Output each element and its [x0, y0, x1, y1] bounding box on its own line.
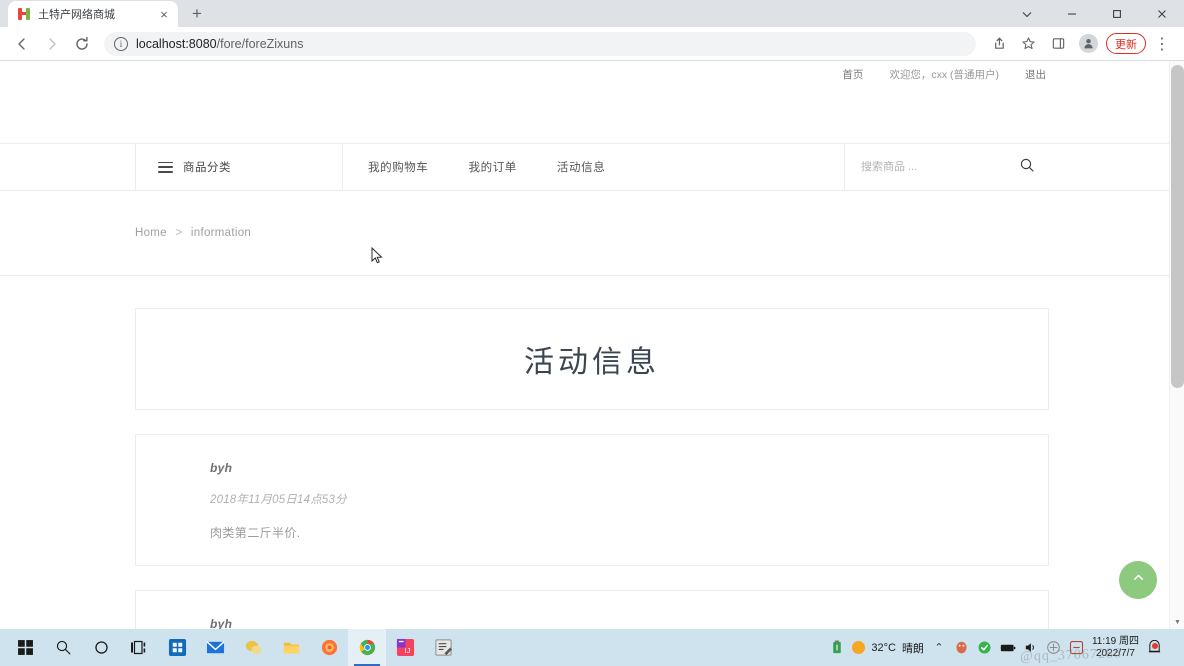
notification-badge — [1152, 642, 1158, 649]
search-icon[interactable] — [1019, 157, 1035, 178]
close-window-button[interactable] — [1139, 0, 1184, 27]
utility-bar: 首页 欢迎您，cxx (普通用户) 退出 — [0, 61, 1184, 88]
close-icon[interactable]: × — [156, 6, 172, 22]
forward-icon[interactable] — [38, 30, 66, 58]
search-button[interactable] — [44, 629, 82, 666]
firefox-browser[interactable] — [310, 629, 348, 666]
chevron-up-icon — [1131, 570, 1146, 590]
back-icon[interactable] — [8, 30, 36, 58]
nav-item-cart[interactable]: 我的购物车 — [368, 159, 429, 175]
utility-welcome-text: 欢迎您，cxx (普通用户) — [889, 69, 999, 81]
url-host: localhost:8080 — [136, 36, 217, 51]
page-viewport: 首页 欢迎您，cxx (普通用户) 退出 商品分类 我的购物车 我的订单 活动信… — [0, 61, 1184, 629]
update-button[interactable]: 更新 — [1106, 33, 1146, 54]
security-icon[interactable] — [977, 640, 993, 656]
svg-text:IJ: IJ — [404, 646, 410, 655]
back-to-top-button[interactable] — [1119, 561, 1157, 599]
utility-logout-link[interactable]: 退出 — [1012, 67, 1059, 82]
share-icon[interactable] — [984, 30, 1012, 58]
microsoft-store[interactable] — [158, 629, 196, 666]
file-explorer[interactable] — [272, 629, 310, 666]
post-card: byh 2018年11月05日18点05分 — [135, 590, 1049, 629]
reload-icon[interactable] — [68, 30, 96, 58]
post-body: 肉类第二斤半价. — [210, 526, 301, 540]
nav-item-orders[interactable]: 我的订单 — [469, 159, 517, 175]
browser-toolbar: i localhost:8080/fore/foreZixuns 更新 ⋮ — [0, 27, 1184, 60]
nav-links: 我的购物车 我的订单 活动信息 — [343, 144, 605, 190]
mail-app[interactable] — [196, 629, 234, 666]
minimize-button[interactable] — [1049, 0, 1094, 27]
category-menu-button[interactable]: 商品分类 — [135, 144, 343, 190]
site-logo-icon — [17, 7, 31, 21]
intellij-idea[interactable]: IJ — [386, 629, 424, 666]
page-content: 活动信息 byh 2018年11月05日14点53分 肉类第二斤半价. byh … — [0, 276, 1184, 629]
header-logo-area — [0, 88, 1184, 143]
url-path: /fore/foreZixuns — [216, 36, 304, 51]
system-tray: 32°C 晴朗 ⌃ 11:19 周四 2022/7/7 — [829, 629, 1184, 666]
search-input[interactable] — [861, 161, 1011, 173]
breadcrumb: Home > information — [135, 227, 251, 239]
page-title: 活动信息 — [524, 346, 660, 379]
wechat-app[interactable] — [234, 629, 272, 666]
battery-icon[interactable] — [1000, 640, 1016, 656]
weather-temp: 32°C — [871, 641, 896, 654]
tab-title: 土特产网络商城 — [38, 9, 115, 21]
breadcrumb-home[interactable]: Home — [135, 227, 167, 239]
window-controls — [1004, 0, 1184, 27]
show-desktop-button[interactable] — [1169, 629, 1176, 666]
browser-tab[interactable]: 土特产网络商城 × — [8, 1, 178, 27]
notification-center-icon[interactable] — [1146, 640, 1162, 656]
scrollbar-thumb[interactable] — [1171, 65, 1184, 388]
sun-icon — [852, 641, 866, 654]
panel-icon[interactable] — [1044, 30, 1072, 58]
start-button[interactable] — [6, 629, 44, 666]
windows-taskbar: IJ 32°C 晴朗 ⌃ 11:19 周四 2022/7/7 @qq_37067… — [0, 629, 1184, 666]
breadcrumb-band: Home > information — [0, 191, 1184, 276]
chevron-down-icon[interactable] — [1004, 0, 1049, 27]
post-date: 2018年11月05日14点53分 — [210, 494, 347, 506]
post-author: byh — [210, 461, 233, 475]
mouse-cursor — [371, 246, 383, 265]
utility-home-link[interactable]: 首页 — [829, 67, 876, 82]
tray-overflow-icon[interactable]: ⌃ — [931, 640, 947, 656]
page-scrollbar[interactable]: ▲ ▼ — [1169, 61, 1184, 629]
weather-desc: 晴朗 — [901, 642, 924, 655]
address-bar[interactable]: i localhost:8080/fore/foreZixuns — [104, 31, 976, 56]
page-title-card: 活动信息 — [135, 308, 1049, 410]
breadcrumb-separator: > — [175, 227, 183, 239]
nav-item-information[interactable]: 活动信息 — [557, 159, 605, 175]
task-view-button[interactable] — [120, 629, 158, 666]
maximize-button[interactable] — [1094, 0, 1139, 27]
qq-icon[interactable] — [954, 640, 970, 656]
cortana-button[interactable] — [82, 629, 120, 666]
weather-widget[interactable]: 32°C 晴朗 — [852, 640, 924, 656]
site-info-icon[interactable]: i — [114, 36, 128, 51]
main-navbar: 商品分类 我的购物车 我的订单 活动信息 — [0, 143, 1184, 191]
new-tab-button[interactable]: + — [184, 1, 210, 27]
chrome-browser[interactable] — [348, 629, 386, 666]
breadcrumb-current: information — [190, 227, 252, 239]
star-icon[interactable] — [1014, 30, 1042, 58]
usb-icon[interactable] — [829, 640, 845, 656]
url-text: localhost:8080/fore/foreZixuns — [136, 37, 303, 51]
tab-strip: 土特产网络商城 × + — [0, 0, 1184, 27]
browser-menu-icon[interactable]: ⋮ — [1148, 30, 1176, 58]
post-card: byh 2018年11月05日14点53分 肉类第二斤半价. — [135, 434, 1049, 566]
hamburger-icon — [158, 161, 173, 173]
editor-app[interactable] — [424, 629, 462, 666]
taskbar-apps: IJ — [0, 629, 462, 666]
search-box[interactable] — [844, 144, 1049, 190]
profile-icon[interactable] — [1074, 30, 1102, 58]
category-menu-label: 商品分类 — [183, 162, 231, 174]
browser-window: 土特产网络商城 × + i localhost:8080/fore/foreZi… — [0, 0, 1184, 629]
post-author: byh — [210, 617, 233, 629]
scroll-down-icon[interactable]: ▼ — [1170, 615, 1184, 629]
